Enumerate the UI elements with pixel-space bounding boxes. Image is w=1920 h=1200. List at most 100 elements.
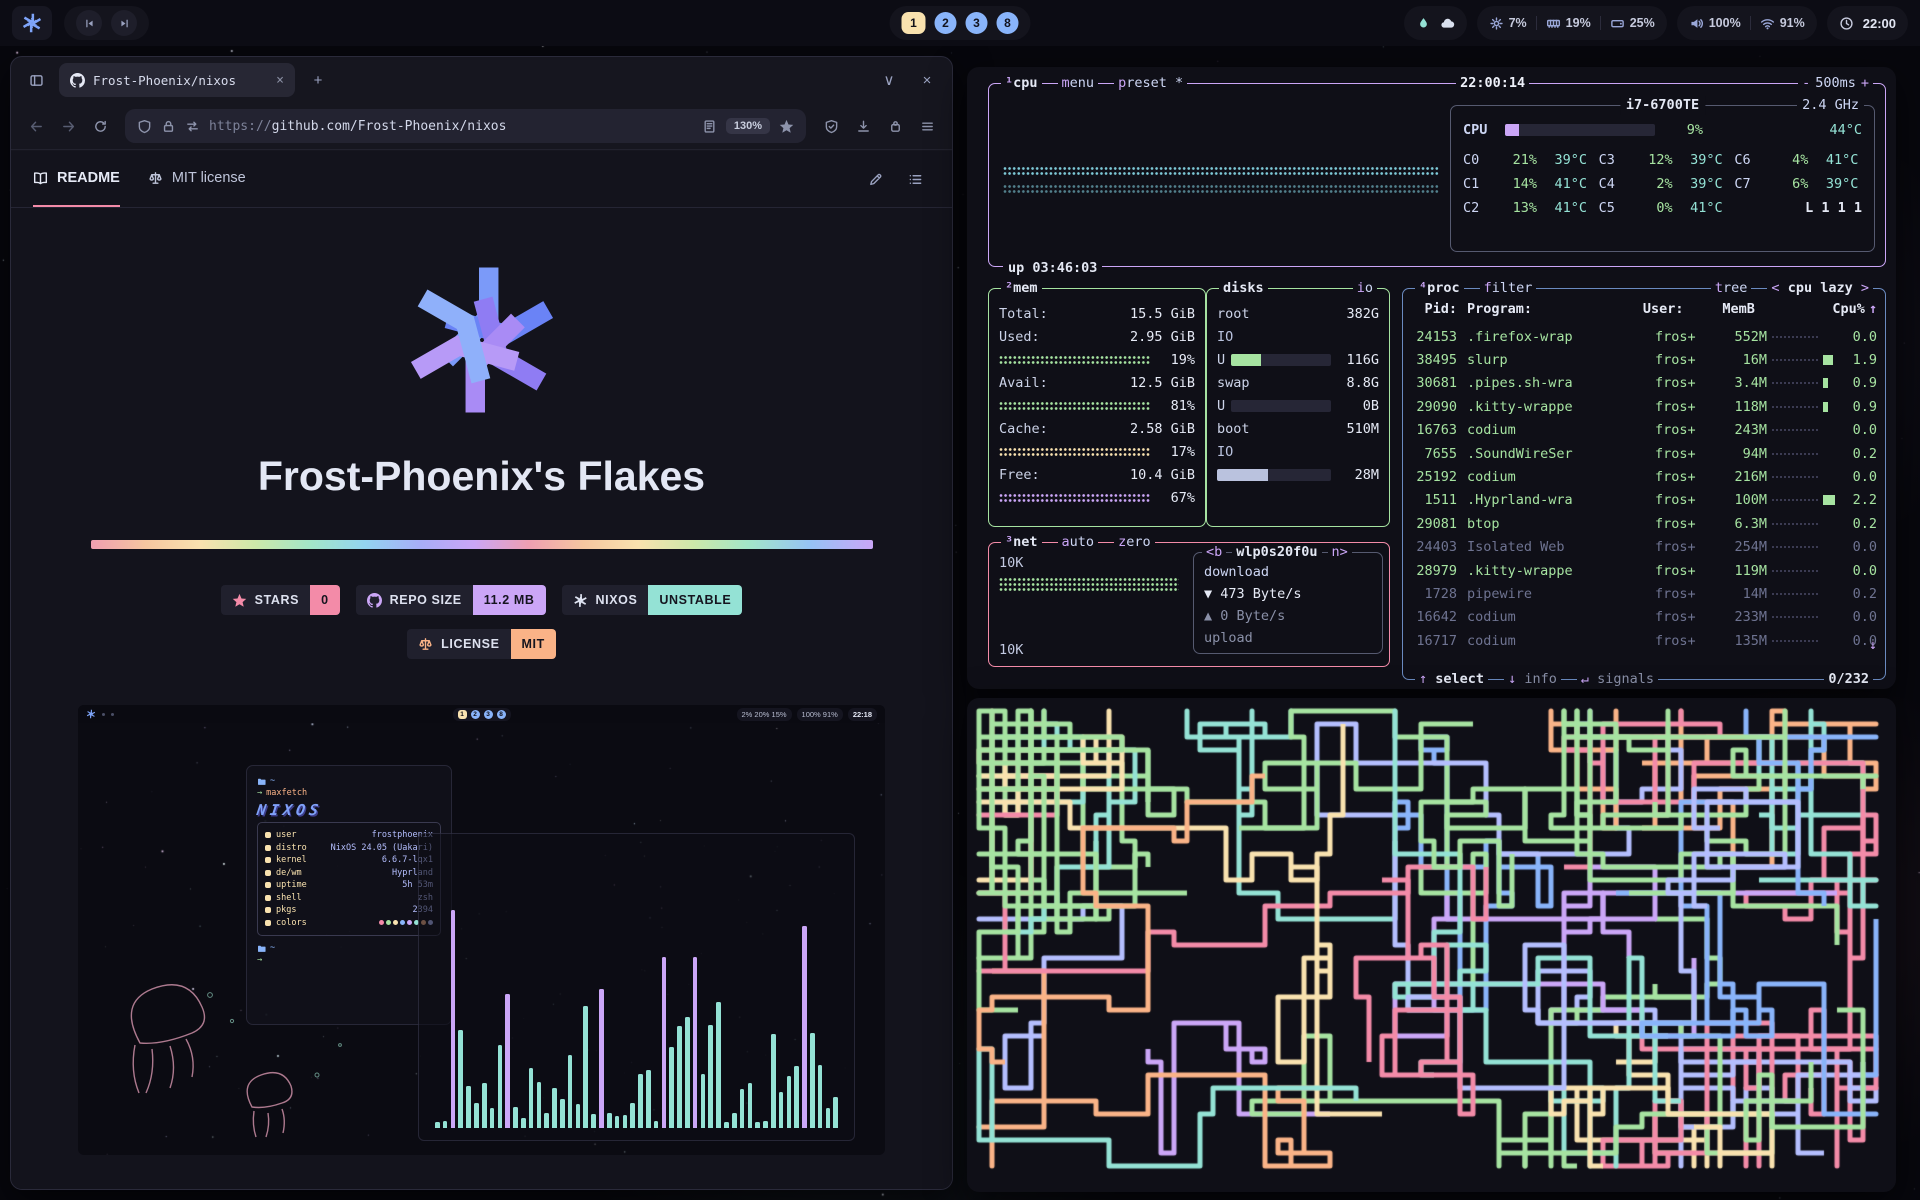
divider [1750,16,1751,30]
weather-widget[interactable] [1404,6,1467,40]
process-table-header[interactable]: Pid: Program: User: MemB Cpu% ↑ [1411,297,1877,321]
process-row[interactable]: 7655.SoundWireSerfros+94M0.2 [1411,442,1877,465]
status-bar: 1238 7% 19% 25% 100% [0,0,1920,46]
downloads-button[interactable] [848,111,878,141]
droplet-icon [1416,16,1431,31]
preset-button[interactable]: preset * [1114,74,1187,93]
fetch-row: uptime5h 53m [265,879,433,892]
tab-close-icon[interactable]: × [276,73,284,88]
btop-disks-box: disks io root382GIOU116Gswap8.8GU0Bboot5… [1206,288,1390,527]
process-row[interactable]: 30681.pipes.sh-wrafros+3.4M0.9 [1411,372,1877,395]
cpu-core-panel: i7-6700TE 2.4 GHz CPU 9% 44°C C021%39°CC… [1450,105,1875,252]
extensions-button[interactable] [880,111,910,141]
proc-sort-control[interactable]: < cpu lazy > [1767,279,1873,298]
pipes-terminal-window [967,698,1896,1192]
folder-icon [257,944,266,953]
screenshot-topbar: 1238 2% 20% 15% 100% 91% 22:18 [78,705,885,723]
badge-nixos[interactable]: NIXOSUNSTABLE [562,585,743,615]
forward-button[interactable] [53,111,83,141]
rainbow-divider [91,540,873,549]
process-row[interactable]: 1511.Hyprland-wrafros+100M2.2 [1411,489,1877,512]
process-row[interactable]: 29090.kitty-wrappefros+118M0.9 [1411,395,1877,418]
browser-tab[interactable]: Frost-Phoenix/nixos × [59,63,295,97]
flake-icon [573,593,588,608]
reader-mode-icon[interactable] [702,119,717,134]
bookmark-star-icon[interactable] [779,119,794,134]
mini-audio-net: 100% 91% [797,708,843,721]
fetch-command: maxfetch [266,787,307,799]
tab-readme[interactable]: README [33,151,120,207]
core-row-C7: C76%39°C [1734,172,1862,196]
tab-strip: Frost-Phoenix/nixos × + ∨ × [11,57,952,103]
adblock-button[interactable] [816,111,846,141]
proc-signals-key[interactable]: ↵ signals [1577,670,1658,689]
badge-stars[interactable]: STARS0 [221,585,340,615]
app-menu-button[interactable] [912,111,942,141]
iface-next-key[interactable]: n> [1328,543,1352,562]
github-favicon [70,73,85,88]
net-auto-button[interactable]: auto [1058,533,1099,552]
badge-label: REPO SIZE [390,593,462,607]
proc-info-key[interactable]: ↓ info [1504,670,1561,689]
process-row[interactable]: 38495slurpfros+16M1.9 [1411,348,1877,371]
next-icon [118,17,131,30]
workspace-button-1[interactable]: 1 [902,12,926,34]
outline-button[interactable] [900,164,930,194]
process-row[interactable]: 24153.firefox-wrapfros+552M0.0 [1411,325,1877,348]
tracking-shield-icon[interactable] [137,119,152,134]
menu-button[interactable]: menu [1058,74,1099,93]
process-row[interactable]: 1728pipewirefros+14M0.2 [1411,582,1877,605]
window-close-button[interactable]: × [912,65,942,95]
volume-level: 100% [1689,16,1741,31]
readme-header-bar: README MIT license [11,151,952,208]
iface-prev-key[interactable]: <b [1202,543,1226,562]
update-interval-control[interactable]: -500ms+ [1798,74,1873,93]
media-next-button[interactable] [111,10,137,36]
proc-select-key[interactable]: ↑ select [1415,670,1488,689]
badge-row: STARS0 REPO SIZE11.2 MB NIXOSUNSTABLE [11,585,952,615]
new-tab-button[interactable]: + [303,65,333,95]
cpu-frequency: 2.4 GHz [1797,96,1864,115]
star-icon [232,593,247,608]
proc-tree-button[interactable]: tree [1711,279,1752,298]
process-row[interactable]: 29081btopfros+6.3M0.2 [1411,512,1877,535]
workspace-button-2[interactable]: 2 [935,12,957,34]
badge-license[interactable]: LICENSEMIT [407,629,556,659]
back-button[interactable] [21,111,51,141]
process-row[interactable]: 28979.kitty-wrappefros+119M0.0 [1411,559,1877,582]
workspace-button-8[interactable]: 8 [997,12,1019,34]
cpu-total-bar [1505,124,1655,136]
tab-mit-license[interactable]: MIT license [148,151,246,207]
workspace-button-3[interactable]: 3 [966,12,988,34]
url-bar[interactable]: https://github.com/Frost-Phoenix/nixos 1… [125,109,806,143]
nixos-menu-button[interactable] [12,6,52,40]
badge-repo-size[interactable]: REPO SIZE11.2 MB [356,585,546,615]
cpu-total-pct: 9% [1663,122,1703,138]
process-row[interactable]: 16763codiumfros+243M0.0 [1411,419,1877,442]
fetch-info-box: userfrostphoenixdistroNixOS 24.05 (Uakar… [257,822,441,936]
system-stats-widget[interactable]: 7% 19% 25% [1477,6,1667,40]
sidebar-toggle-button[interactable] [21,65,51,95]
process-row[interactable]: 25192codiumfros+216M0.0 [1411,465,1877,488]
audio-network-widget[interactable]: 100% 91% [1677,6,1817,40]
process-row[interactable]: 16642codiumfros+233M0.0 [1411,606,1877,629]
clock-widget[interactable]: 22:00 [1827,6,1908,40]
process-row[interactable]: 24403Isolated Webfros+254M0.0 [1411,536,1877,559]
edit-readme-button[interactable] [860,164,890,194]
mini-nixos-icon [86,709,96,719]
proc-scroll-indicator[interactable]: ↓ [1869,637,1877,653]
net-zero-button[interactable]: zero [1114,533,1155,552]
uptime-text: up 03:46:03 [1003,260,1102,276]
zoom-level-badge[interactable]: 130% [726,118,770,134]
reload-button[interactable] [85,111,115,141]
back-icon [29,119,44,134]
disks-box-title: disks [1219,279,1268,298]
tab-list-chevron-button[interactable]: ∨ [874,65,904,95]
disk-usage: 25% [1610,16,1655,31]
nixos-ascii-art: NIXOS [256,804,442,816]
media-prev-button[interactable] [76,10,102,36]
proc-filter-button[interactable]: filter [1480,279,1537,298]
io-mode-button[interactable]: io [1353,279,1377,298]
process-row[interactable]: 16717codiumfros+135M0.0 [1411,629,1877,652]
workspace-switcher: 1238 [890,6,1031,40]
